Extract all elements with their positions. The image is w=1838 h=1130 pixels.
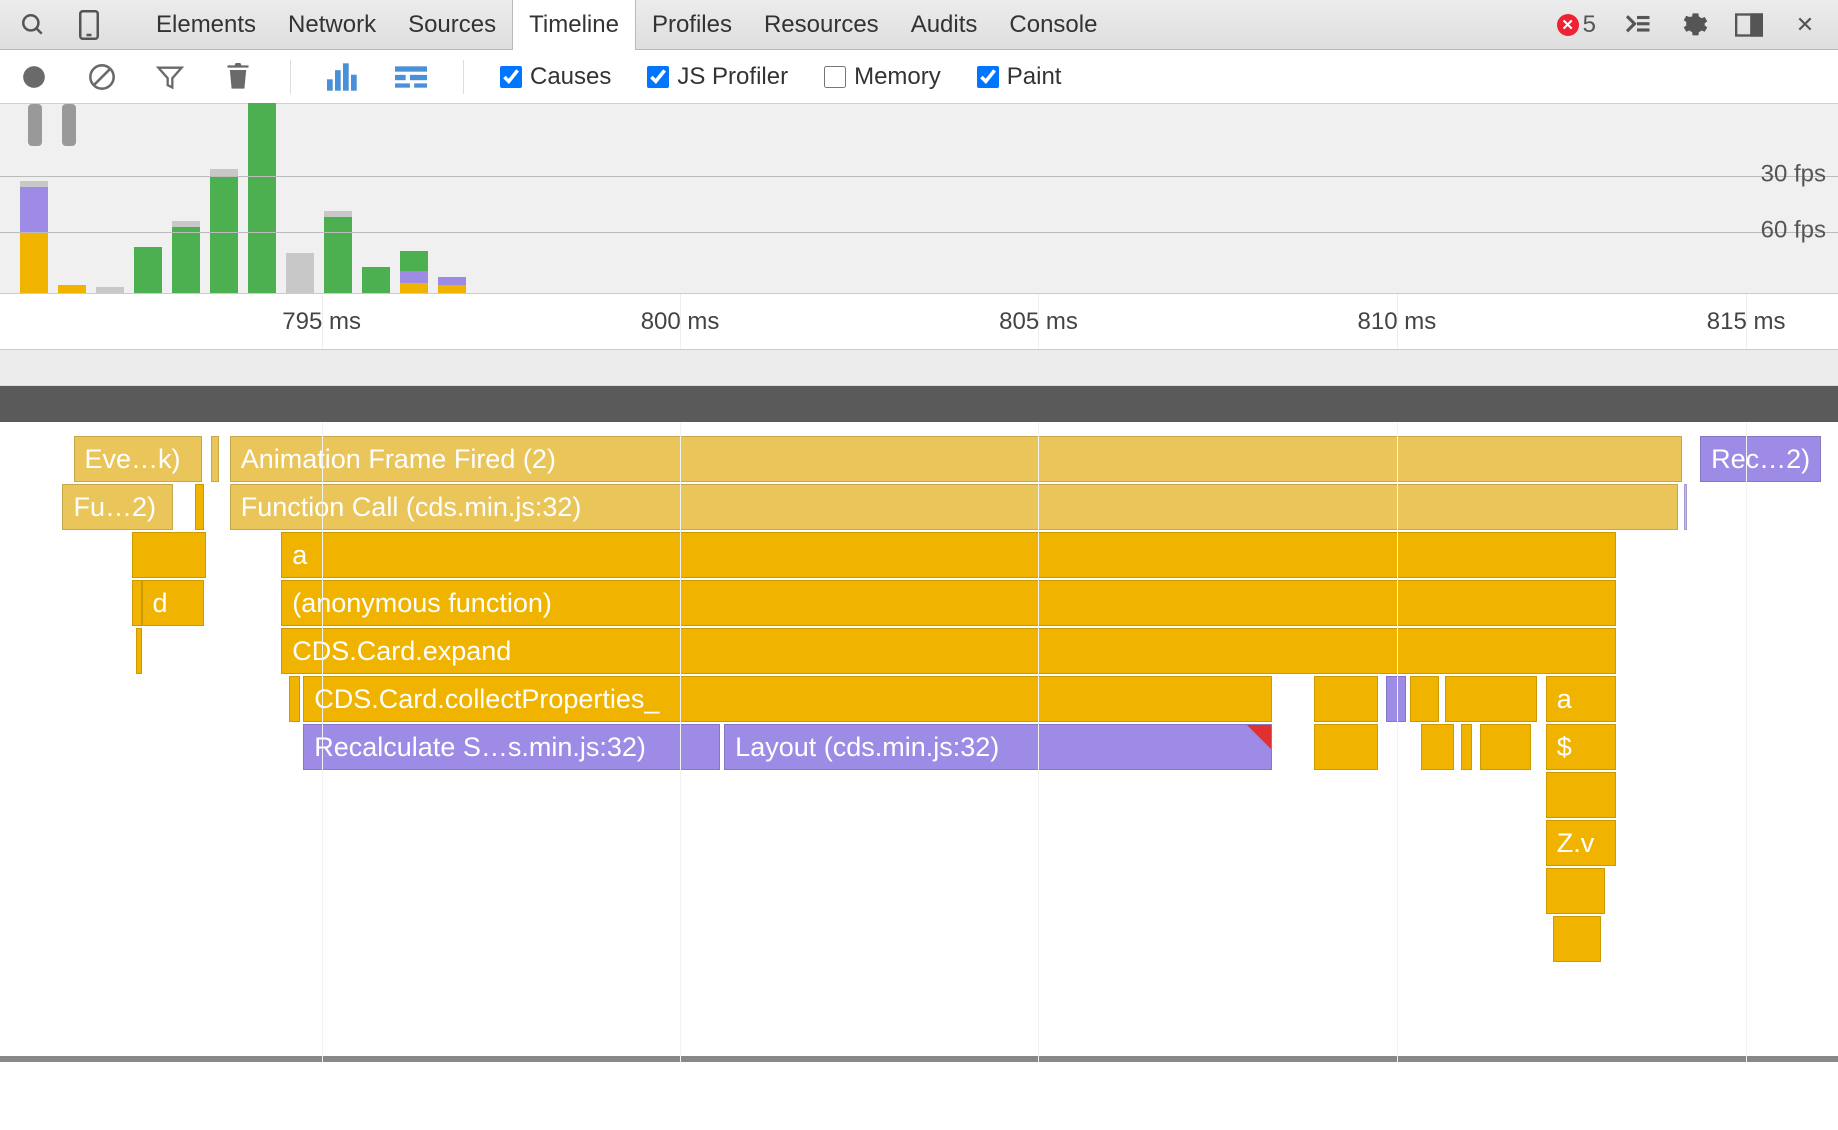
flame-block[interactable]: $ [1546,724,1616,770]
toggle-drawer-icon[interactable] [1622,10,1652,40]
flame-block[interactable]: Layout (cds.min.js:32) [724,724,1272,770]
flame-block[interactable] [136,628,142,674]
settings-icon[interactable] [1678,10,1708,40]
clear-button[interactable] [86,61,118,93]
memory-checkbox[interactable]: Memory [824,63,941,91]
devtools-tab-bar: ElementsNetworkSourcesTimelineProfilesRe… [0,0,1838,50]
flame-block[interactable]: a [1546,676,1616,722]
dock-side-icon[interactable] [1734,10,1764,40]
flame-block[interactable] [1480,724,1531,770]
flame-block[interactable] [1314,724,1378,770]
tab-resources[interactable]: Resources [748,0,895,50]
close-devtools-icon[interactable]: ✕ [1790,10,1820,40]
flame-block[interactable] [1445,676,1537,722]
flame-block[interactable] [1461,724,1472,770]
ruler-tick: 815 ms [1707,308,1786,336]
fps-60-label: 60 fps [1761,217,1826,245]
flame-block[interactable]: Recalculate S…s.min.js:32) [303,724,720,770]
fps-30-line [0,176,1838,177]
fps-30-label: 30 fps [1761,161,1826,189]
flame-block[interactable] [211,436,218,482]
causes-checkbox[interactable]: Causes [500,63,611,91]
view-bars-icon[interactable] [327,61,359,93]
flame-block[interactable] [132,580,141,626]
flame-block[interactable]: Fu…2) [62,484,172,530]
flame-block[interactable]: Eve…k) [74,436,203,482]
error-count: 5 [1583,11,1596,39]
flame-block[interactable]: Rec…2) [1700,436,1821,482]
flame-block[interactable] [289,676,300,722]
error-count-badge[interactable]: ✕ 5 [1557,11,1596,39]
tab-profiles[interactable]: Profiles [636,0,748,50]
tab-audits[interactable]: Audits [895,0,994,50]
panel-tabs: ElementsNetworkSourcesTimelineProfilesRe… [140,0,1113,50]
frames-strip [0,386,1838,422]
tab-elements[interactable]: Elements [140,0,272,50]
flame-block[interactable] [1553,916,1601,962]
timeline-overview[interactable]: 30 fps 60 fps [0,104,1838,294]
search-icon[interactable] [18,10,48,40]
overview-bars [20,104,466,293]
garbage-collect-icon[interactable] [222,61,254,93]
flame-block[interactable]: Z.v [1546,820,1616,866]
cpu-strip [0,350,1838,386]
flame-block[interactable]: (anonymous function) [281,580,1615,626]
ruler-tick: 800 ms [641,308,720,336]
ruler-tick: 810 ms [1358,308,1437,336]
flame-block[interactable]: Animation Frame Fired (2) [230,436,1682,482]
jsprofiler-checkbox[interactable]: JS Profiler [647,63,788,91]
record-button[interactable] [18,61,50,93]
flame-block[interactable]: CDS.Card.collectProperties_ [303,676,1272,722]
error-icon: ✕ [1557,14,1579,36]
filter-icon[interactable] [154,61,186,93]
paint-checkbox[interactable]: Paint [977,63,1062,91]
flame-block[interactable] [1410,676,1439,722]
flame-block[interactable] [1421,724,1454,770]
flame-block[interactable] [195,484,204,530]
flame-block[interactable] [1684,484,1688,530]
tab-network[interactable]: Network [272,0,392,50]
flame-chart[interactable]: Eve…k) Animation Frame Fired (2) Rec…2) Fu…… [0,422,1838,1062]
flame-block[interactable] [132,532,206,578]
resize-handle[interactable] [0,1056,1838,1062]
flame-block[interactable] [1546,772,1616,818]
flame-block[interactable]: CDS.Card.expand [281,628,1615,674]
timeline-toolbar: Causes JS Profiler Memory Paint [0,50,1838,104]
tab-console[interactable]: Console [993,0,1113,50]
tab-sources[interactable]: Sources [392,0,512,50]
flame-block[interactable] [1314,676,1378,722]
flame-block[interactable]: d [142,580,204,626]
flame-block[interactable]: a [281,532,1615,578]
device-mode-icon[interactable] [74,10,104,40]
ruler-tick: 805 ms [999,308,1078,336]
view-flame-icon[interactable] [395,61,427,93]
flame-block[interactable] [1546,868,1605,914]
time-ruler[interactable]: 795 ms 800 ms 805 ms 810 ms 815 ms [0,294,1838,350]
fps-60-line [0,232,1838,233]
flame-block[interactable]: Function Call (cds.min.js:32) [230,484,1678,530]
tab-timeline[interactable]: Timeline [512,0,636,50]
ruler-tick: 795 ms [282,308,361,336]
